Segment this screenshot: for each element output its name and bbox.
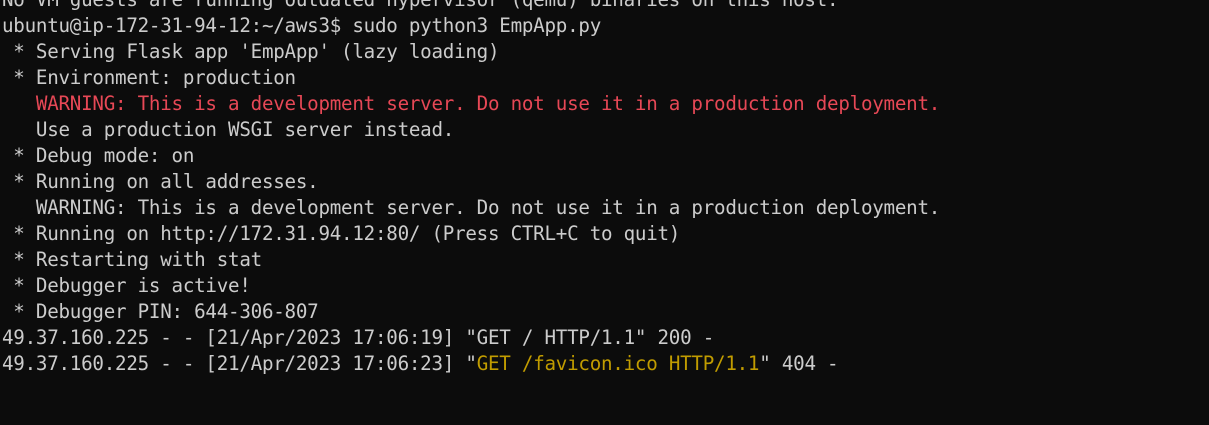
terminal-line: WARNING: This is a development server. D… xyxy=(2,195,940,221)
terminal-line: * Environment: production xyxy=(2,65,940,91)
terminal-line: * Running on all addresses. xyxy=(2,169,940,195)
terminal-line: 49.37.160.225 - - [21/Apr/2023 17:06:19]… xyxy=(2,325,940,351)
terminal-text-segment: Use a production WSGI server instead. xyxy=(2,118,455,141)
terminal-text-segment: GET /favicon.ico HTTP/1.1 xyxy=(476,352,760,375)
terminal-text-segment: * Running on http://172.31.94.12:80/ (Pr… xyxy=(2,222,681,245)
terminal-text-segment: 49.37.160.225 - - [21/Apr/2023 17:06:23]… xyxy=(2,352,477,375)
terminal-line: 49.37.160.225 - - [21/Apr/2023 17:06:23]… xyxy=(2,351,940,377)
terminal-line: * Running on http://172.31.94.12:80/ (Pr… xyxy=(2,221,940,247)
terminal-line: * Debugger PIN: 644-306-807 xyxy=(2,299,940,325)
terminal-text-segment: * Running on all addresses. xyxy=(2,170,319,193)
terminal-text-segment: WARNING: This is a development server. D… xyxy=(2,92,941,115)
terminal-text-segment: * Restarting with stat xyxy=(2,248,262,271)
terminal-line: WARNING: This is a development server. D… xyxy=(2,91,940,117)
terminal-output: No VM guests are running outdated hyperv… xyxy=(2,0,940,377)
terminal-line: No VM guests are running outdated hyperv… xyxy=(2,0,940,13)
terminal-text-segment: WARNING: This is a development server. D… xyxy=(2,196,941,219)
terminal-text-segment: " 404 - xyxy=(759,352,839,375)
terminal-line: * Debugger is active! xyxy=(2,273,940,299)
terminal-text-segment: * Debug mode: on xyxy=(2,144,195,167)
terminal-line: * Restarting with stat xyxy=(2,247,940,273)
terminal-text-segment: * Debugger PIN: 644-306-807 xyxy=(2,300,319,323)
terminal-line: * Debug mode: on xyxy=(2,143,940,169)
terminal-window[interactable]: No VM guests are running outdated hyperv… xyxy=(0,0,1209,425)
terminal-line: ubuntu@ip-172-31-94-12:~/aws3$ sudo pyth… xyxy=(2,13,940,39)
terminal-line: Use a production WSGI server instead. xyxy=(2,117,940,143)
terminal-text-segment: * Serving Flask app 'EmpApp' (lazy loadi… xyxy=(2,40,500,63)
terminal-text-segment: * Environment: production xyxy=(2,66,296,89)
terminal-text-segment: No VM guests are running outdated hyperv… xyxy=(2,0,839,11)
terminal-text-segment: 49.37.160.225 - - [21/Apr/2023 17:06:19]… xyxy=(2,326,715,349)
terminal-text-segment: * Debugger is active! xyxy=(2,274,251,297)
terminal-text-segment: ubuntu@ip-172-31-94-12:~/aws3$ sudo pyth… xyxy=(2,14,601,37)
terminal-line: * Serving Flask app 'EmpApp' (lazy loadi… xyxy=(2,39,940,65)
